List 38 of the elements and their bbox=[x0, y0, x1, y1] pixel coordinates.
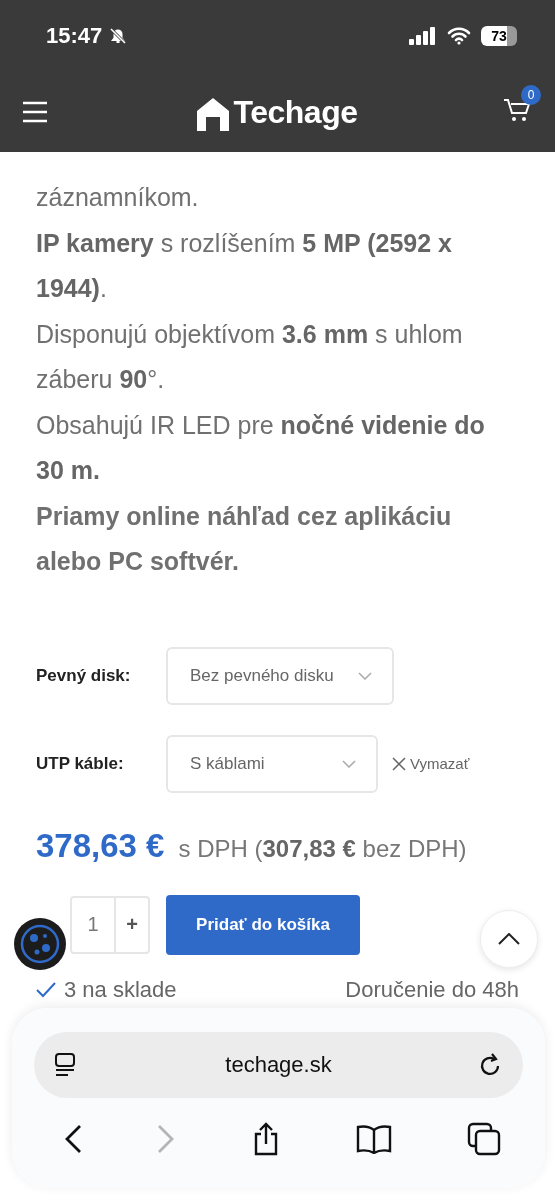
battery-level: 73 bbox=[481, 26, 517, 46]
quantity-input[interactable]: 1 bbox=[72, 897, 116, 952]
quantity-stepper[interactable]: 1 + bbox=[70, 895, 150, 954]
close-icon bbox=[392, 756, 406, 771]
cart-icon[interactable] bbox=[503, 97, 531, 123]
check-icon bbox=[36, 981, 56, 998]
signal-icon bbox=[409, 27, 437, 45]
dots-circle-icon bbox=[20, 924, 60, 964]
status-time: 15:47 bbox=[46, 23, 103, 49]
description-paragraph: Priamy online náhľad cez aplikáciu alebo PC softvér. bbox=[36, 500, 453, 577]
address-bar[interactable]: techage.sk bbox=[34, 1032, 523, 1098]
description-paragraph: záznamníkom. bbox=[36, 182, 200, 213]
description-paragraph: Obsahujú IR LED pre nočné videnie do 30 m. bbox=[36, 409, 486, 486]
chat-button[interactable] bbox=[14, 918, 66, 970]
logo-wordmark[interactable]: Techage bbox=[233, 93, 358, 131]
add-to-cart-button[interactable]: Pridať do košíka bbox=[166, 894, 360, 955]
option-label: Pevný disk: bbox=[36, 665, 132, 686]
plus-button[interactable]: + bbox=[116, 897, 148, 952]
wifi-icon bbox=[447, 27, 471, 45]
tabs-icon[interactable] bbox=[467, 1122, 501, 1156]
clear-link[interactable]: Vymazať bbox=[392, 755, 470, 772]
description-paragraph: Disponujú objektívom 3.6 mm s uhlom záberu 90°. bbox=[36, 318, 464, 395]
price-note: s DPH (307,83 € bez DPH) bbox=[178, 834, 467, 863]
price-with-vat: 378,63 € bbox=[36, 826, 165, 865]
cart-count-badge: 0 bbox=[521, 85, 541, 105]
chevron-down-icon bbox=[358, 671, 372, 680]
reader-icon bbox=[54, 1052, 78, 1078]
chevron-up-icon bbox=[498, 933, 520, 945]
delivery-time: Doručenie do 48h bbox=[345, 976, 519, 1003]
book-icon[interactable] bbox=[355, 1124, 392, 1154]
back-button[interactable] bbox=[64, 1124, 82, 1154]
option-select[interactable]: Bez pevného disku bbox=[166, 646, 394, 705]
menu-icon[interactable] bbox=[22, 101, 48, 123]
stock-status: 3 na sklade bbox=[64, 976, 177, 1003]
option-select[interactable]: S káblami bbox=[166, 734, 378, 793]
chevron-down-icon bbox=[342, 759, 356, 768]
option-label: UTP káble: bbox=[36, 753, 125, 774]
description-paragraph: IP kamery s rozlíšením 5 MP (2592 x 1944). bbox=[36, 227, 453, 304]
